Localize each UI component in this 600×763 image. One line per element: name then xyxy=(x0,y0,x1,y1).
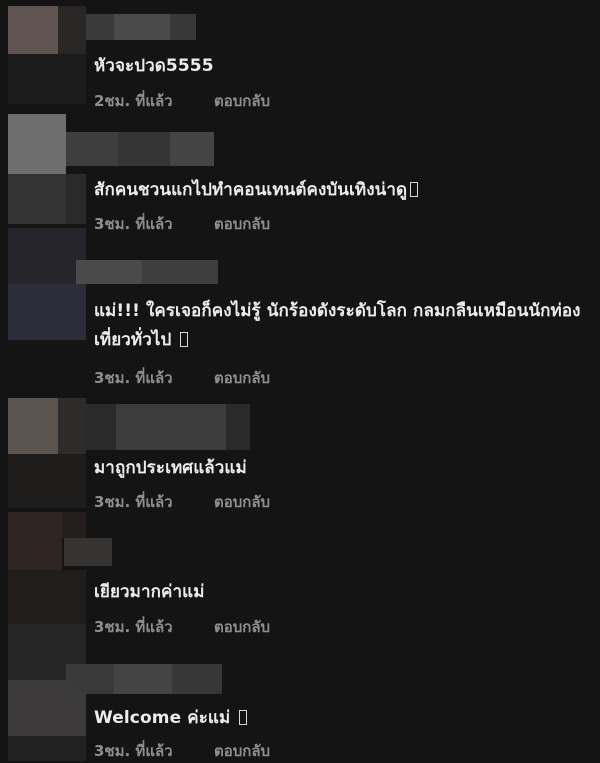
comment-timestamp: 3ชม. ที่แล้ว xyxy=(94,369,173,387)
avatar-pixel xyxy=(8,398,58,454)
comment-text-content: สักคนชวนแกไปทำคอนเทนต์คงบันเทิงน่าดู xyxy=(94,180,408,200)
comment-text: เยียวมากค่าแม่ xyxy=(94,578,205,605)
avatar-pixel xyxy=(8,54,86,104)
avatar-pixel xyxy=(66,174,86,224)
comment-text: หัวจะปวด5555 xyxy=(94,52,214,79)
comment-text: แม่!!! ใครเจอก็คงไม่รู้ นักร้องดังระดับโ… xyxy=(94,297,594,355)
avatar-pixel xyxy=(8,114,66,174)
name-pixel xyxy=(114,14,170,40)
comments-screen: { "comments": [ { "text": "หัวจะปวด5555"… xyxy=(0,0,600,761)
name-pixel xyxy=(116,404,226,450)
avatar-pixel xyxy=(58,6,86,54)
comment-meta: 3ชม. ที่แล้ว ตอบกลับ xyxy=(94,739,270,763)
reply-button[interactable]: ตอบกลับ xyxy=(214,493,270,511)
missing-glyph-icon xyxy=(180,332,189,347)
avatar-pixel xyxy=(8,454,86,508)
comment-meta: 3ชม. ที่แล้ว ตอบกลับ xyxy=(94,490,270,514)
reply-button[interactable]: ตอบกลับ xyxy=(214,618,270,636)
name-pixel xyxy=(114,664,172,694)
name-pixel xyxy=(170,14,196,40)
name-pixel xyxy=(172,664,222,694)
missing-glyph-icon xyxy=(239,710,248,725)
comment-timestamp: 3ชม. ที่แล้ว xyxy=(94,493,173,511)
avatar-pixel xyxy=(62,512,86,538)
avatar-pixel xyxy=(8,736,86,761)
name-pixel xyxy=(64,538,112,566)
comment-text-content: มาถูกประเทศแล้วแม่ xyxy=(94,458,247,478)
avatar-pixel xyxy=(8,512,62,570)
avatar-pixel xyxy=(8,284,86,340)
comment-text-content: แม่!!! ใครเจอก็คงไม่รู้ นักร้องดังระดับโ… xyxy=(94,301,581,350)
avatar-pixel xyxy=(8,174,66,224)
comment-timestamp: 2ชม. ที่แล้ว xyxy=(94,92,173,110)
reply-button[interactable]: ตอบกลับ xyxy=(214,369,270,387)
comment-meta: 3ชม. ที่แล้ว ตอบกลับ xyxy=(94,366,270,390)
comment-timestamp: 3ชม. ที่แล้ว xyxy=(94,742,173,760)
name-pixel xyxy=(170,132,214,166)
reply-button[interactable]: ตอบกลับ xyxy=(214,92,270,110)
comment-meta: 3ชม. ที่แล้ว ตอบกลับ xyxy=(94,212,270,236)
name-pixel xyxy=(142,260,218,284)
reply-button[interactable]: ตอบกลับ xyxy=(214,742,270,760)
avatar-pixel xyxy=(8,228,86,284)
name-pixel xyxy=(86,14,114,40)
comment-timestamp: 3ชม. ที่แล้ว xyxy=(94,618,173,636)
name-pixel xyxy=(76,260,142,284)
comment-text-content: หัวจะปวด5555 xyxy=(94,56,214,76)
comment-text: สักคนชวนแกไปทำคอนเทนต์คงบันเทิงน่าดู xyxy=(94,176,419,203)
missing-glyph-icon xyxy=(410,182,419,197)
name-pixel xyxy=(66,664,114,694)
comment-meta: 3ชม. ที่แล้ว ตอบกลับ xyxy=(94,615,270,639)
avatar-pixel xyxy=(8,570,86,624)
name-pixel xyxy=(66,132,118,166)
avatar-pixel xyxy=(8,6,58,54)
name-pixel xyxy=(226,404,250,450)
comment-text-content: Welcome ค่ะแม่ xyxy=(94,708,231,728)
name-pixel xyxy=(86,404,116,450)
avatar-pixel xyxy=(58,398,86,454)
comment-text-content: เยียวมากค่าแม่ xyxy=(94,582,205,602)
comment-timestamp: 3ชม. ที่แล้ว xyxy=(94,215,173,233)
comment-text: มาถูกประเทศแล้วแม่ xyxy=(94,454,247,481)
name-pixel xyxy=(118,132,170,166)
reply-button[interactable]: ตอบกลับ xyxy=(214,215,270,233)
comment-text: Welcome ค่ะแม่ xyxy=(94,704,248,731)
comment-meta: 2ชม. ที่แล้ว ตอบกลับ xyxy=(94,89,270,113)
